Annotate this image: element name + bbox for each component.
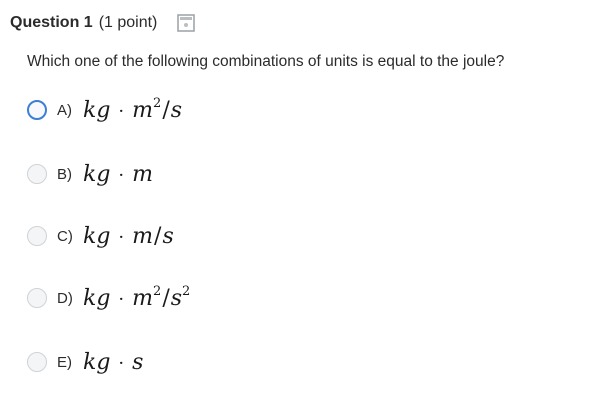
radio-button-icon[interactable]: [27, 226, 47, 246]
unit-s: s: [170, 285, 183, 311]
option-formula: kg · m: [83, 162, 153, 187]
question-header: Question 1 (1 point): [10, 13, 196, 33]
unit-m: m: [132, 223, 154, 249]
option-b[interactable]: B) kg · m: [27, 154, 153, 194]
option-formula: kg · m2/s: [83, 95, 183, 123]
multiply-dot: ·: [118, 226, 125, 248]
option-d[interactable]: D) kg · m2/s2: [27, 278, 190, 318]
divide-slash: /: [154, 223, 162, 249]
option-letter: D): [57, 289, 73, 307]
question-points: (1 point): [98, 14, 158, 31]
unit-kg: kg: [83, 97, 111, 123]
quiz-page: Question 1 (1 point) Which one of the fo…: [0, 0, 614, 406]
divide-slash: /: [162, 97, 170, 123]
multiply-dot: ·: [118, 100, 125, 122]
option-c[interactable]: C) kg · m/s: [27, 216, 174, 256]
unit-kg: kg: [83, 161, 111, 187]
unit-m: m: [132, 285, 154, 311]
question-text: Which one of the following combinations …: [27, 53, 505, 70]
option-letter: E): [57, 353, 72, 371]
unit-s: s: [170, 97, 183, 123]
unit-kg: kg: [83, 349, 111, 375]
option-e[interactable]: E) kg · s: [27, 342, 143, 382]
option-formula: kg · m/s: [83, 224, 174, 249]
multiply-dot: ·: [118, 352, 125, 374]
exponent: 2: [153, 283, 162, 299]
divide-slash: /: [162, 285, 170, 311]
question-title: Question 1: [10, 14, 93, 31]
radio-button-icon[interactable]: [27, 164, 47, 184]
option-formula: kg · m2/s2: [83, 283, 191, 311]
unit-s: s: [162, 223, 174, 249]
option-letter: A): [57, 101, 72, 119]
exponent: 2: [153, 95, 162, 111]
multiply-dot: ·: [118, 288, 125, 310]
unit-m: m: [132, 97, 154, 123]
option-a[interactable]: A) kg · m2/s: [27, 90, 182, 130]
multiply-dot: ·: [118, 164, 125, 186]
radio-button-icon[interactable]: [27, 100, 47, 120]
option-letter: B): [57, 165, 72, 183]
option-formula: kg · s: [83, 350, 143, 375]
bookmark-icon[interactable]: [177, 14, 196, 32]
exponent: 2: [182, 283, 191, 299]
radio-button-icon[interactable]: [27, 352, 47, 372]
unit-kg: kg: [83, 285, 111, 311]
option-letter: C): [57, 227, 73, 245]
unit-kg: kg: [83, 223, 111, 249]
radio-button-icon[interactable]: [27, 288, 47, 308]
unit-m: m: [132, 161, 154, 187]
unit-s: s: [132, 349, 144, 375]
